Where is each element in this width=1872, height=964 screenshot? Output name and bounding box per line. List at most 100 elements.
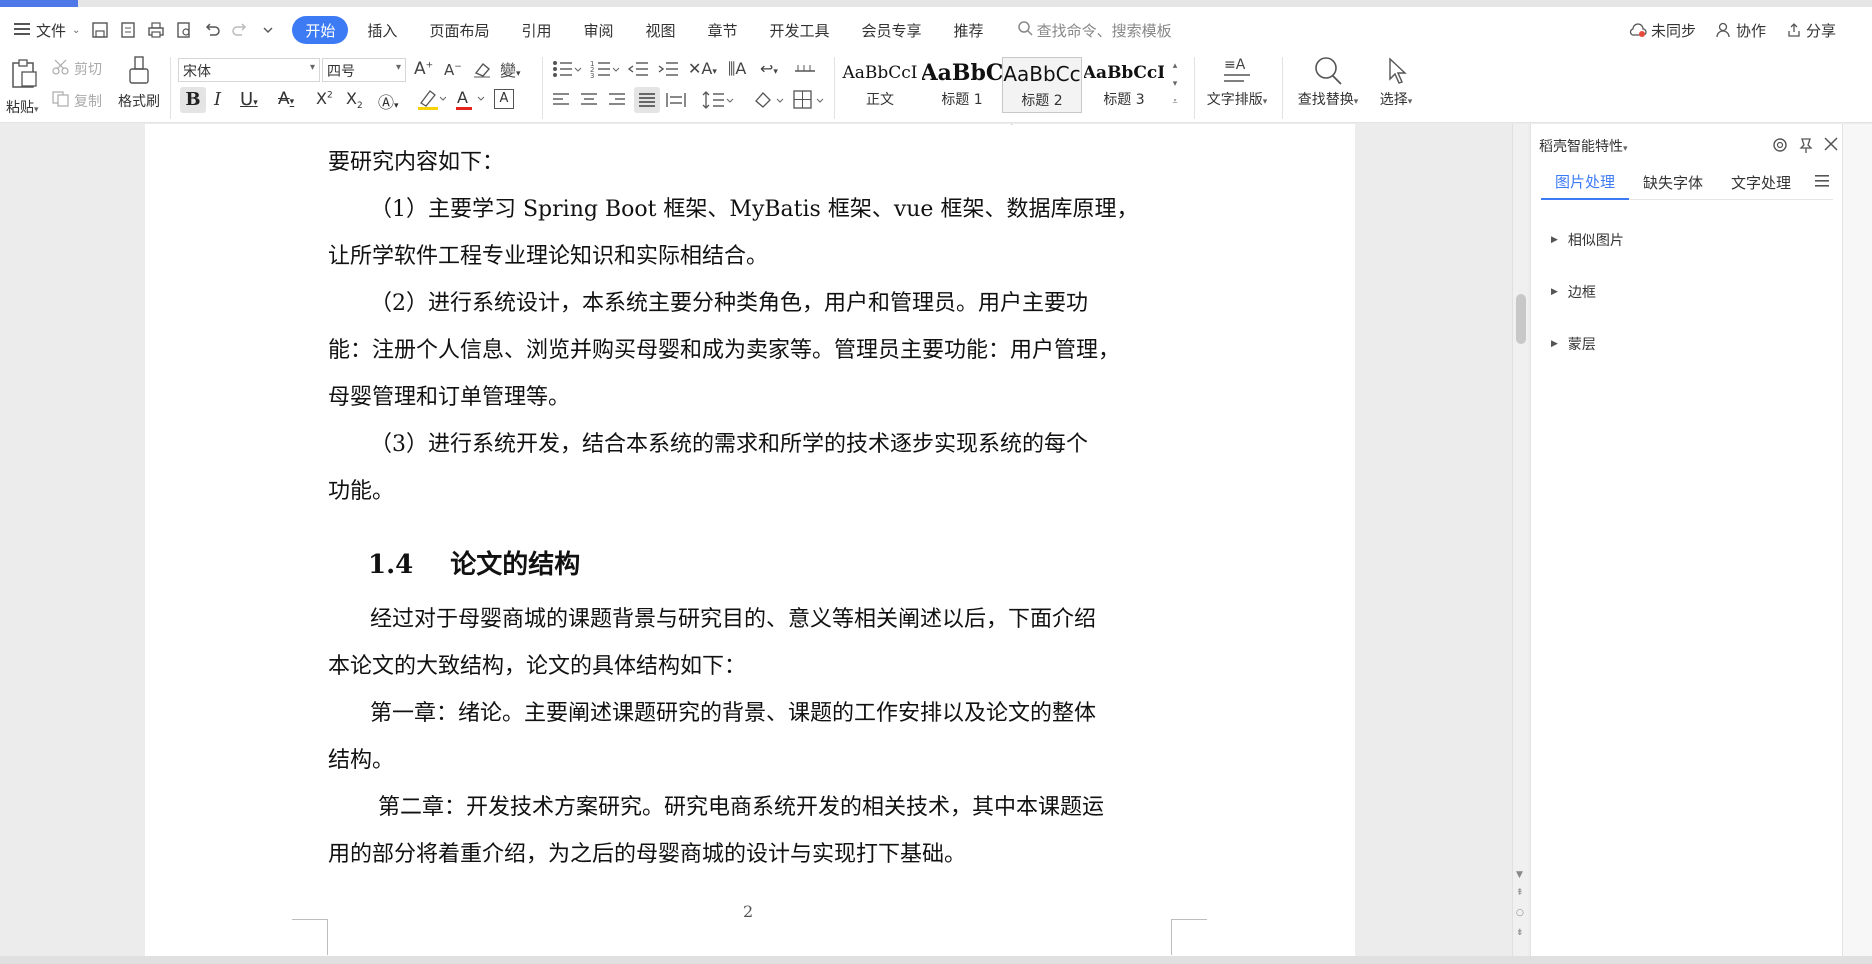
tab-stop-icon[interactable] <box>794 59 816 83</box>
undo-icon[interactable] <box>200 18 224 42</box>
clipboard-icon <box>10 59 38 93</box>
text-layout-button[interactable]: ≡A 文字排版▾ <box>1200 55 1274 109</box>
command-search[interactable]: 查找命令、搜索模板 <box>1017 20 1172 41</box>
panel-item-label: 边框 <box>1567 285 1596 301</box>
increase-indent-icon[interactable] <box>658 59 680 83</box>
select-browse-icon[interactable]: ○ <box>1516 908 1524 918</box>
file-menu[interactable]: 文件 ⌄ <box>8 15 86 45</box>
distributed-align-icon[interactable] <box>666 91 686 113</box>
align-center-icon[interactable] <box>580 91 598 113</box>
tab-image-processing[interactable]: 图片处理 <box>1541 164 1630 200</box>
font-size-select[interactable]: 四号 ▾ <box>322 58 406 82</box>
share-button[interactable]: 分享 <box>1786 20 1836 41</box>
font-color-button[interactable]: A <box>454 87 486 115</box>
panel-title[interactable]: 稻壳智能特性▾ <box>1539 136 1628 156</box>
vertical-scrollbar[interactable]: ▼ ⇞ ○ ⇟ <box>1512 124 1528 964</box>
clear-format-icon[interactable] <box>472 59 492 83</box>
numbered-list-icon[interactable]: 123 <box>590 59 620 83</box>
chevron-down-icon: ▾ <box>395 62 401 73</box>
divider <box>170 57 171 119</box>
bullet-list-icon[interactable] <box>552 59 582 83</box>
save-icon[interactable] <box>88 18 112 42</box>
superscript-button[interactable]: X2 <box>316 89 333 108</box>
line-spacing-icon[interactable] <box>702 89 734 115</box>
copy-button[interactable]: 复制 <box>52 91 102 111</box>
expand-arrow-icon: ▶ <box>1551 235 1558 245</box>
shading-icon[interactable] <box>752 89 784 115</box>
style-heading-1-sample: AaBbC <box>922 60 1002 86</box>
export-pdf-icon[interactable] <box>116 18 140 42</box>
highlight-button[interactable] <box>416 87 447 115</box>
italic-button[interactable]: I <box>214 89 221 110</box>
tab-references[interactable]: 引用 <box>508 16 564 44</box>
close-icon[interactable] <box>1823 136 1839 156</box>
char-border-button[interactable]: A <box>494 89 514 109</box>
tab-member[interactable]: 会员专享 <box>849 16 935 44</box>
grow-font-icon[interactable]: A+ <box>414 59 433 79</box>
shrink-font-icon[interactable]: A− <box>444 61 462 79</box>
print-icon[interactable] <box>144 18 168 42</box>
copy-label: 复制 <box>74 94 102 110</box>
select-button[interactable]: 选择▾ <box>1370 55 1422 109</box>
format-painter-button[interactable]: 格式刷 <box>114 55 164 115</box>
text-effect-button[interactable]: Ⓐ▾ <box>378 89 399 113</box>
next-page-icon[interactable]: ⇟ <box>1516 928 1524 938</box>
tab-view[interactable]: 视图 <box>632 16 688 44</box>
tab-insert[interactable]: 插入 <box>354 16 410 44</box>
justify-icon[interactable] <box>634 87 660 113</box>
font-family-select[interactable]: 宋体 ▾ <box>178 58 320 82</box>
chinese-layout-icon[interactable]: ✕A▾ <box>688 59 717 78</box>
collaborate-button[interactable]: 协作 <box>1716 20 1766 41</box>
align-right-icon[interactable] <box>608 91 626 113</box>
svg-text:3: 3 <box>590 72 594 79</box>
margin-corner-mark <box>292 919 328 955</box>
paragraph-line: 第一章：绪论。主要阐述课题研究的背景、课题的工作安排以及论文的整体 <box>370 701 1097 726</box>
tab-page-layout[interactable]: 页面布局 <box>416 16 502 44</box>
style-heading-1[interactable]: AaBbC 标题 1 <box>922 57 1002 113</box>
pin-icon[interactable] <box>1797 136 1815 158</box>
tab-home[interactable]: 开始 <box>292 16 349 44</box>
find-replace-button[interactable]: 查找替换▾ <box>1290 55 1366 109</box>
find-replace-label: 查找替换 <box>1297 92 1354 108</box>
style-heading-3[interactable]: AaBbCcI 标题 3 <box>1084 57 1164 113</box>
panel-item-similar-images[interactable]: ▶ 相似图片 <box>1551 230 1624 250</box>
style-gallery-scroll[interactable]: ▴ ▾ ⩡ <box>1168 57 1182 113</box>
redo-icon[interactable] <box>228 18 252 42</box>
text-direction-icon[interactable]: ⫼A <box>728 59 746 79</box>
cut-button[interactable]: 剪切 <box>52 59 102 79</box>
strikethrough-button[interactable]: A▾ <box>278 89 294 109</box>
quick-access-dropdown-icon[interactable] <box>256 18 280 42</box>
settings-icon[interactable] <box>1771 136 1789 158</box>
style-normal[interactable]: AaBbCcI 正文 <box>840 57 920 113</box>
tab-text-processing[interactable]: 文字处理 <box>1717 164 1805 200</box>
tab-missing-fonts[interactable]: 缺失字体 <box>1629 164 1717 200</box>
underline-button[interactable]: U▾ <box>240 89 258 110</box>
style-heading-2[interactable]: AaBbCc 标题 2 <box>1002 57 1082 113</box>
tab-chapter[interactable]: 章节 <box>695 16 751 44</box>
document-area[interactable]: 本课题参考实际的母婴商城系统的逻辑来设计系统的数据库和功能，课题主 要研究内容如… <box>0 124 1512 964</box>
borders-icon[interactable] <box>792 89 824 115</box>
scrollbar-thumb[interactable] <box>1516 294 1526 344</box>
tab-recommend[interactable]: 推荐 <box>941 16 997 44</box>
decrease-indent-icon[interactable] <box>627 59 650 83</box>
tab-review[interactable]: 审阅 <box>570 16 626 44</box>
phonetic-guide-icon[interactable]: 變▾ <box>500 57 521 81</box>
bold-button[interactable]: B <box>180 87 206 113</box>
print-preview-icon[interactable] <box>172 18 196 42</box>
paragraph-line: （3）进行系统开发，结合本系统的需求和所学的技术逐步实现系统的每个 <box>370 432 1088 457</box>
line-break-icon[interactable]: ↩▾ <box>760 59 778 78</box>
prev-page-icon[interactable]: ⇞ <box>1516 888 1524 898</box>
scroll-down-arrow[interactable]: ▼ <box>1516 870 1523 880</box>
paragraph-line: 第二章：开发技术方案研究。研究电商系统开发的相关技术，其中本课题运 <box>378 795 1105 820</box>
sync-status[interactable]: 未同步 <box>1629 20 1696 41</box>
panel-title-text: 稻壳智能特性 <box>1539 139 1623 155</box>
align-left-icon[interactable] <box>552 91 570 113</box>
share-icon <box>1786 22 1802 38</box>
tab-developer[interactable]: 开发工具 <box>757 16 843 44</box>
panel-item-border[interactable]: ▶ 边框 <box>1551 282 1596 302</box>
panel-item-mask[interactable]: ▶ 蒙层 <box>1551 334 1596 354</box>
subscript-button[interactable]: X2 <box>346 89 363 111</box>
svg-text:A: A <box>457 88 468 107</box>
paste-button[interactable]: 粘贴▾ <box>6 57 48 117</box>
menu-icon[interactable] <box>1815 175 1829 191</box>
